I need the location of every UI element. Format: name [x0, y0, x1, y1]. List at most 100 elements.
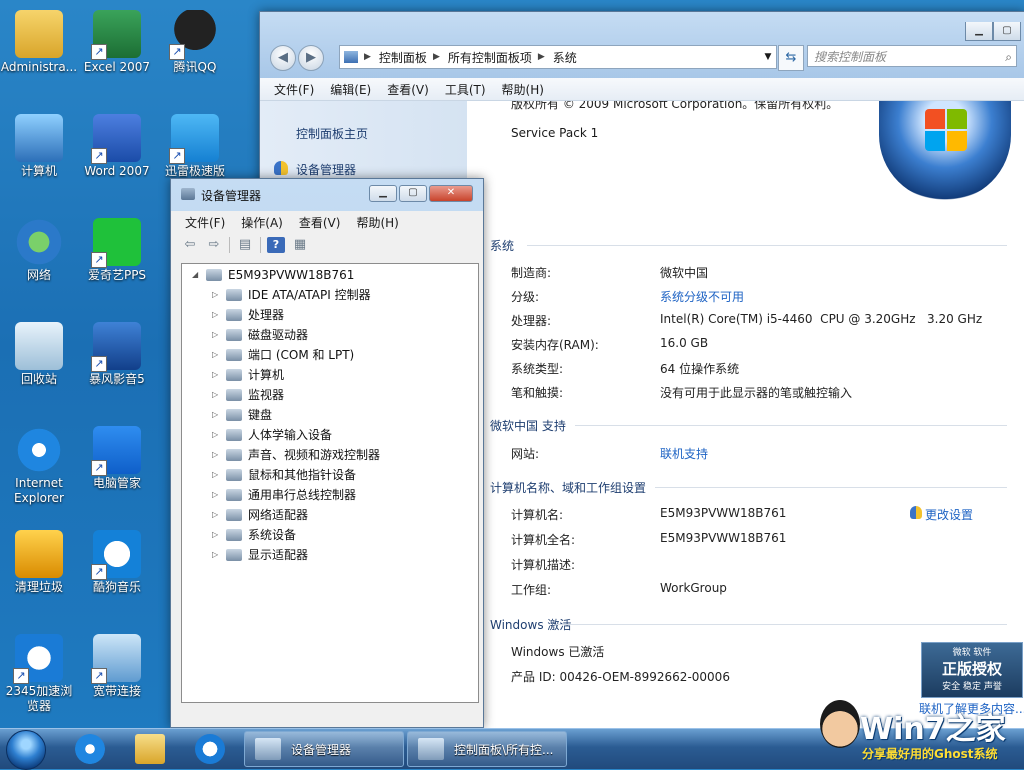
- maximize-button[interactable]: ▢: [993, 22, 1021, 41]
- expand-icon[interactable]: ▷: [212, 546, 222, 564]
- folder-icon: [135, 734, 165, 764]
- maximize-button[interactable]: ▢: [399, 185, 427, 202]
- badge-sub-text: 安全 稳定 声誉: [942, 682, 1002, 692]
- expand-icon[interactable]: ▷: [212, 346, 222, 364]
- desktop-icon-guard[interactable]: ↗ 电脑管家: [78, 422, 156, 491]
- minimize-button[interactable]: ▁: [369, 185, 397, 202]
- desktop-icon-word[interactable]: ↗ Word 2007: [78, 110, 156, 179]
- desktop-icon-label: 计算机: [20, 164, 57, 178]
- menu-file[interactable]: 文件(F): [266, 79, 322, 100]
- close-button[interactable]: ✕: [429, 185, 473, 202]
- tree-root[interactable]: ◢ E5M93PVWW18B761: [192, 266, 354, 284]
- tree-node-disk[interactable]: ▷ 磁盘驱动器: [212, 326, 308, 344]
- desktop-icon-computer[interactable]: 计算机: [0, 110, 78, 179]
- taskbar-pin-2345[interactable]: [184, 731, 236, 767]
- menu-view[interactable]: 查看(V): [379, 79, 437, 100]
- expand-icon[interactable]: ▷: [212, 406, 222, 424]
- show-hide-tree-icon[interactable]: ▤: [236, 237, 254, 253]
- tree-node-system[interactable]: ▷ 系统设备: [212, 526, 296, 544]
- taskbar-pin-explorer[interactable]: [124, 731, 176, 767]
- desktop-icon-administrator[interactable]: Administra...: [0, 6, 78, 75]
- hid-icon: [226, 429, 242, 441]
- tree-node-processor[interactable]: ▷ 处理器: [212, 306, 284, 324]
- desktop-icon-qq[interactable]: ↗ 腾讯QQ: [156, 6, 234, 75]
- desktop-icon-baofeng[interactable]: ↗ 暴风影音5: [78, 318, 156, 387]
- forward-arrow-icon[interactable]: ⇨: [205, 237, 223, 253]
- desktop-icon-2345[interactable]: ↗ 2345加速浏览器: [0, 630, 78, 714]
- desktop-icon-kugou[interactable]: ↗ 酷狗音乐: [78, 526, 156, 595]
- expand-icon[interactable]: ▷: [212, 526, 222, 544]
- expand-icon[interactable]: ▷: [212, 446, 222, 464]
- tree-node-ide[interactable]: ▷ IDE ATA/ATAPI 控制器: [212, 286, 371, 304]
- expand-icon[interactable]: ▷: [212, 326, 222, 344]
- computer-name-value: E5M93PVWW18B761: [660, 506, 787, 520]
- menu-action[interactable]: 操作(A): [233, 212, 291, 233]
- collapse-icon[interactable]: ◢: [192, 266, 202, 284]
- menu-file[interactable]: 文件(F): [177, 212, 233, 233]
- search-icon[interactable]: ⌕: [1005, 46, 1012, 68]
- expand-icon[interactable]: ▷: [212, 466, 222, 484]
- breadcrumb-system[interactable]: 系统: [545, 49, 583, 66]
- expand-icon[interactable]: ▷: [212, 486, 222, 504]
- help-icon[interactable]: ?: [267, 237, 285, 253]
- menu-view[interactable]: 查看(V): [291, 212, 349, 233]
- address-bar[interactable]: ▶ 控制面板 ▶ 所有控制面板项 ▶ 系统 ▼: [339, 45, 777, 69]
- desktop-icon-xunlei[interactable]: ↗ 迅雷极速版: [156, 110, 234, 179]
- tree-node-monitor[interactable]: ▷ 监视器: [212, 386, 284, 404]
- expand-icon[interactable]: ▷: [212, 366, 222, 384]
- tree-node-computer[interactable]: ▷ 计算机: [212, 366, 284, 384]
- back-button[interactable]: ◀: [270, 45, 296, 71]
- tree-node-ports[interactable]: ▷ 端口 (COM 和 LPT): [212, 346, 354, 364]
- back-arrow-icon[interactable]: ⇦: [181, 237, 199, 253]
- expand-icon[interactable]: ▷: [212, 426, 222, 444]
- rating-link[interactable]: 系统分级不可用: [660, 288, 744, 305]
- desktop-icon-recycle-bin[interactable]: 回收站: [0, 318, 78, 387]
- taskbar-pin-ie[interactable]: [64, 731, 116, 767]
- desktop-icon-ie[interactable]: Internet Explorer: [0, 422, 78, 506]
- menu-edit[interactable]: 编辑(E): [322, 79, 379, 100]
- pen-touch-label: 笔和触摸:: [511, 386, 564, 400]
- desktop-icon-network[interactable]: 网络: [0, 214, 78, 283]
- breadcrumb-control-panel[interactable]: 控制面板: [371, 49, 433, 66]
- online-support-link[interactable]: 联机支持: [660, 445, 708, 462]
- tree-node-network[interactable]: ▷ 网络适配器: [212, 506, 308, 524]
- ide-controller-icon: [226, 289, 242, 301]
- tree-node-hid[interactable]: ▷ 人体学输入设备: [212, 426, 332, 444]
- expand-icon[interactable]: ▷: [212, 386, 222, 404]
- forward-button[interactable]: ▶: [298, 45, 324, 71]
- expand-icon[interactable]: ▷: [212, 506, 222, 524]
- search-input[interactable]: 搜索控制面板 ⌕: [807, 45, 1017, 67]
- menu-tools[interactable]: 工具(T): [437, 79, 494, 100]
- desktop-icon-iqiyi[interactable]: ↗ 爱奇艺PPS: [78, 214, 156, 283]
- breadcrumb-all-items[interactable]: 所有控制面板项: [440, 49, 538, 66]
- menu-help[interactable]: 帮助(H): [348, 212, 406, 233]
- chevron-down-icon[interactable]: ▼: [760, 52, 776, 62]
- device-manager-titlebar[interactable]: 设备管理器 ▁ ▢ ✕: [171, 179, 483, 211]
- tree-node-mouse[interactable]: ▷ 鼠标和其他指针设备: [212, 466, 356, 484]
- desktop-icon-broadband[interactable]: ↗ 宽带连接: [78, 630, 156, 699]
- chevron-right-icon[interactable]: ▶: [433, 52, 440, 62]
- menu-help[interactable]: 帮助(H): [494, 79, 552, 100]
- control-panel-home-link[interactable]: 控制面板主页: [296, 125, 368, 142]
- tree-node-sound[interactable]: ▷ 声音、视频和游戏控制器: [212, 446, 380, 464]
- tree-root-label: E5M93PVWW18B761: [228, 268, 355, 282]
- shortcut-arrow-icon: ↗: [91, 356, 107, 372]
- task-device-manager[interactable]: 设备管理器: [244, 731, 404, 767]
- device-manager-link[interactable]: 设备管理器: [296, 161, 356, 178]
- minimize-button[interactable]: ▁: [965, 22, 993, 41]
- tree-node-display[interactable]: ▷ 显示适配器: [212, 546, 308, 564]
- desktop-icon-cleaner[interactable]: 清理垃圾: [0, 526, 78, 595]
- desktop-icon-excel[interactable]: ↗ Excel 2007: [78, 6, 156, 75]
- section-divider: [575, 425, 1007, 426]
- tree-node-keyboard[interactable]: ▷ 键盘: [212, 406, 272, 424]
- change-settings-link[interactable]: 更改设置: [925, 506, 973, 523]
- tree-node-usb[interactable]: ▷ 通用串行总线控制器: [212, 486, 356, 504]
- expand-icon[interactable]: ▷: [212, 286, 222, 304]
- browser-2345-icon: ↗: [13, 634, 63, 684]
- expand-icon[interactable]: ▷: [212, 306, 222, 324]
- chevron-right-icon[interactable]: ▶: [538, 52, 545, 62]
- start-button[interactable]: [6, 730, 46, 770]
- task-control-panel[interactable]: 控制面板\所有控...: [407, 731, 567, 767]
- properties-icon[interactable]: ▦: [291, 237, 309, 253]
- refresh-button[interactable]: ⇆: [778, 45, 804, 71]
